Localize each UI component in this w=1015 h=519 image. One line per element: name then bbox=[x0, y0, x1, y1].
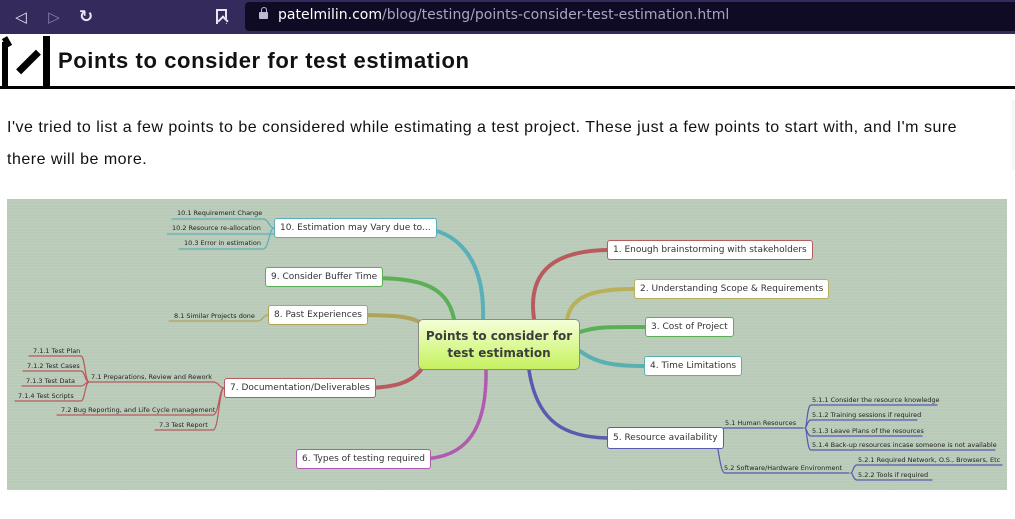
bookmark-icon[interactable] bbox=[216, 9, 227, 24]
site-logo[interactable] bbox=[0, 36, 52, 88]
subtopic-5-1: 5.1 Human Resources bbox=[725, 419, 797, 427]
forward-arrow-icon[interactable]: ▷ bbox=[43, 6, 65, 28]
connector-topic-4 bbox=[578, 349, 646, 368]
topic-10-estimation-vary: 10. Estimation may Vary due to... bbox=[274, 218, 437, 238]
page-title: Points to consider for test estimation bbox=[58, 48, 470, 73]
subtopic-5-2: 5.2 Software/Hardware Environment bbox=[724, 464, 843, 472]
subtopic-7-1-3: 7.1.3 Test Data bbox=[26, 377, 75, 385]
lock-icon bbox=[259, 7, 268, 21]
url-path: /blog/testing/points-consider-test-estim… bbox=[382, 7, 730, 23]
topic-7-documentation: 7. Documentation/Deliverables bbox=[224, 378, 376, 398]
subtopic-7-1-1: 7.1.1 Test Plan bbox=[33, 347, 81, 355]
subtopic-7-2: 7.2 Bug Reporting, and Life Cycle manage… bbox=[61, 406, 216, 414]
topic-3-cost: 3. Cost of Project bbox=[645, 317, 734, 337]
subtopic-10-1: 10.1 Requirement Change bbox=[177, 209, 263, 217]
topic-8-past-experiences: 8. Past Experiences bbox=[268, 305, 368, 325]
mindmap-central-topic: Points to consider for test estimation bbox=[418, 319, 580, 370]
subtopic-7-1-4: 7.1.4 Test Scripts bbox=[18, 392, 74, 400]
subtopic-5-1-1: 5.1.1 Consider the resource knowledge bbox=[812, 396, 940, 404]
connector-topic-5 bbox=[527, 368, 609, 440]
topic-4-time: 4. Time Limitations bbox=[644, 356, 743, 376]
intro-paragraph: I've tried to list a few points to be co… bbox=[7, 119, 958, 168]
subtopic-7-1-2: 7.1.2 Test Cases bbox=[27, 362, 80, 370]
topic-1-brainstorming: 1. Enough brainstorming with stakeholder… bbox=[607, 240, 813, 260]
topic-6-testing-types: 6. Types of testing required bbox=[296, 449, 431, 469]
topic-9-buffer-time: 9. Consider Buffer Time bbox=[265, 267, 384, 287]
address-bar[interactable]: patelmilin.com/blog/testing/points-consi… bbox=[245, 2, 1015, 31]
connector-7-1 bbox=[86, 381, 225, 389]
connector-topic-2 bbox=[565, 287, 636, 321]
subtopic-5-1-2: 5.1.2 Training sessions if required bbox=[812, 411, 922, 419]
subtopic-10-2: 10.2 Resource re-allocation bbox=[172, 224, 261, 232]
subtopic-5-2-2: 5.2.2 Tools if required bbox=[858, 471, 929, 479]
subtopic-5-1-4: 5.1.4 Back-up resources incase someone i… bbox=[812, 441, 997, 449]
url-text[interactable]: patelmilin.com/blog/testing/points-consi… bbox=[278, 7, 729, 23]
back-arrow-icon[interactable]: ◁ bbox=[10, 6, 32, 28]
connector-topic-3 bbox=[578, 324, 647, 334]
subtopic-8-1: 8.1 Similar Projects done bbox=[174, 312, 255, 320]
subtopic-7-3: 7.3 Test Report bbox=[159, 421, 208, 429]
subtopic-5-1-3: 5.1.3 Leave Plans of the resources bbox=[812, 427, 924, 435]
connector-topic-6 bbox=[417, 368, 488, 461]
mindmap-image: Points to consider for test estimation 1… bbox=[7, 199, 1007, 490]
subtopic-7-1: 7.1 Preparations, Review and Rework bbox=[91, 373, 212, 381]
subtopic-5-2-1: 5.2.1 Required Network, O.S., Browsers, … bbox=[858, 456, 1001, 464]
browser-toolbar: ◁ ▷ ↻ patelmilin.com/blog/testing/points… bbox=[0, 0, 1015, 34]
reload-icon[interactable]: ↻ bbox=[75, 6, 97, 28]
subtopic-10-3: 10.3 Error in estimation bbox=[184, 239, 261, 247]
topic-5-resources: 5. Resource availability bbox=[607, 427, 724, 449]
topic-2-scope: 2. Understanding Scope & Requirements bbox=[634, 279, 830, 299]
connector-5-1 bbox=[712, 427, 804, 439]
title-divider bbox=[0, 86, 1015, 89]
url-host: patelmilin.com bbox=[278, 7, 382, 23]
